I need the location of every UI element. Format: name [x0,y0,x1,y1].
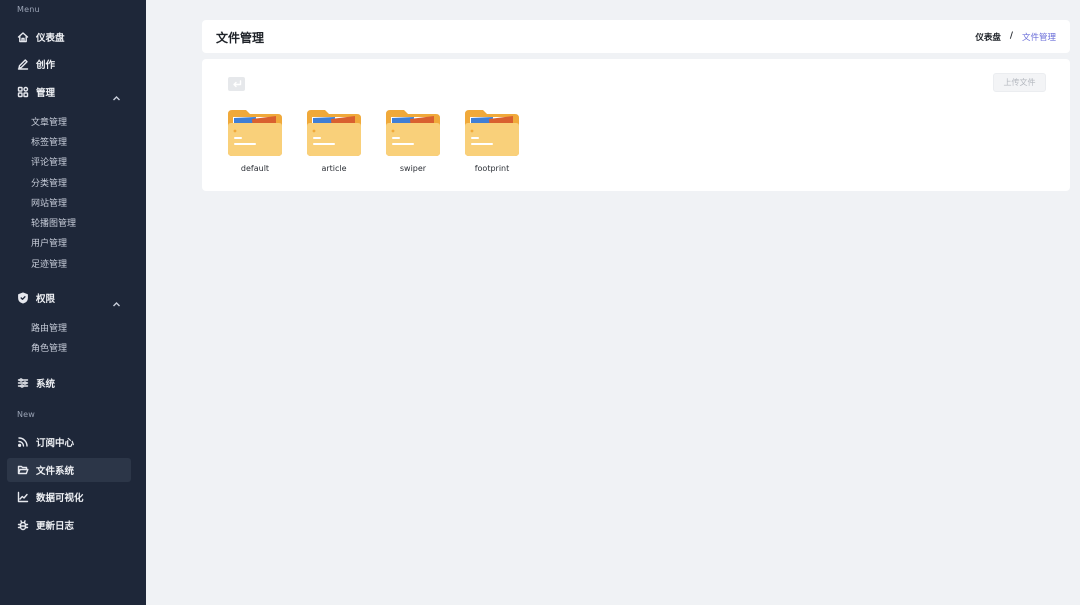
nav-dashboard-label: 仪表盘 [36,33,65,44]
nav-changelog[interactable]: 更新日志 [7,513,131,537]
sliders-icon [17,377,29,389]
sub-item-categories[interactable]: 分类管理 [31,176,67,189]
nav-dataviz[interactable]: 数据可视化 [7,485,131,509]
sub-item-users[interactable]: 用户管理 [31,236,67,249]
bug-icon [17,519,29,531]
nav-dataviz-label: 数据可视化 [36,493,84,504]
nav-permissions-label: 权限 [36,294,56,305]
nav-system-label: 系统 [36,379,56,390]
upload-button[interactable]: 上传文件 [993,73,1046,92]
folder-name: default [240,164,270,173]
rss-icon [17,436,29,448]
nav-subscription[interactable]: 订阅中心 [7,430,131,454]
folder-item-footprint[interactable]: footprint [462,108,522,173]
folder-icon [465,110,519,156]
sub-item-carousel[interactable]: 轮播图管理 [31,216,76,229]
breadcrumb-home[interactable]: 仪表盘 [975,31,1001,43]
line-chart-icon [17,491,29,503]
page-header: 文件管理 仪表盘 / 文件管理 [202,20,1070,53]
sub-item-comments[interactable]: 评论管理 [31,155,67,168]
folder-item-default[interactable]: default [225,108,285,173]
chevron-up-icon[interactable] [112,294,121,307]
nav-filesystem[interactable]: 文件系统 [7,458,131,482]
back-button[interactable] [228,77,245,91]
nav-filesystem-label: 文件系统 [36,466,75,477]
sub-item-footprints[interactable]: 足迹管理 [31,257,67,270]
nav-system[interactable]: 系统 [7,371,131,395]
file-panel: 上传文件 default article swiper footprint [202,59,1070,191]
sub-item-website[interactable]: 网站管理 [31,196,67,209]
page-title: 文件管理 [216,31,265,45]
chevron-up-icon[interactable] [112,88,121,101]
folder-icon [307,110,361,156]
folder-item-article[interactable]: article [304,108,364,173]
folder-name: swiper [399,164,427,173]
new-section-label: New [17,410,36,419]
folder-name: article [321,164,347,173]
nav-permissions[interactable]: 权限 [7,286,131,310]
nav-create[interactable]: 创作 [7,52,131,76]
nav-subscription-label: 订阅中心 [36,438,75,449]
menu-section-label: Menu [17,5,40,14]
breadcrumb-current: 文件管理 [1021,33,1056,43]
sidebar: Menu 仪表盘 创作 管理 文章管理 标签管理 评论管理 分类管理 网站管理 … [0,0,146,605]
pencil-icon [17,58,29,70]
folder-icon [228,110,282,156]
nav-manage-label: 管理 [36,88,56,99]
sub-item-tags[interactable]: 标签管理 [31,135,67,148]
grid-icon [17,86,29,98]
return-arrow-icon [232,80,241,88]
sub-item-routes[interactable]: 路由管理 [31,321,67,334]
nav-manage[interactable]: 管理 [7,80,131,104]
shield-icon [17,292,29,304]
breadcrumb-separator: / [1009,31,1013,41]
sub-item-articles[interactable]: 文章管理 [31,115,67,128]
folder-open-icon [17,464,29,476]
folder-name: footprint [474,164,510,173]
nav-dashboard[interactable]: 仪表盘 [7,25,131,49]
nav-create-label: 创作 [36,60,56,71]
folder-icon [386,110,440,156]
nav-changelog-label: 更新日志 [36,521,75,532]
sub-item-roles[interactable]: 角色管理 [31,341,67,354]
home-icon [17,31,29,43]
folder-item-swiper[interactable]: swiper [383,108,443,173]
breadcrumb: 仪表盘 / 文件管理 [975,31,1056,43]
